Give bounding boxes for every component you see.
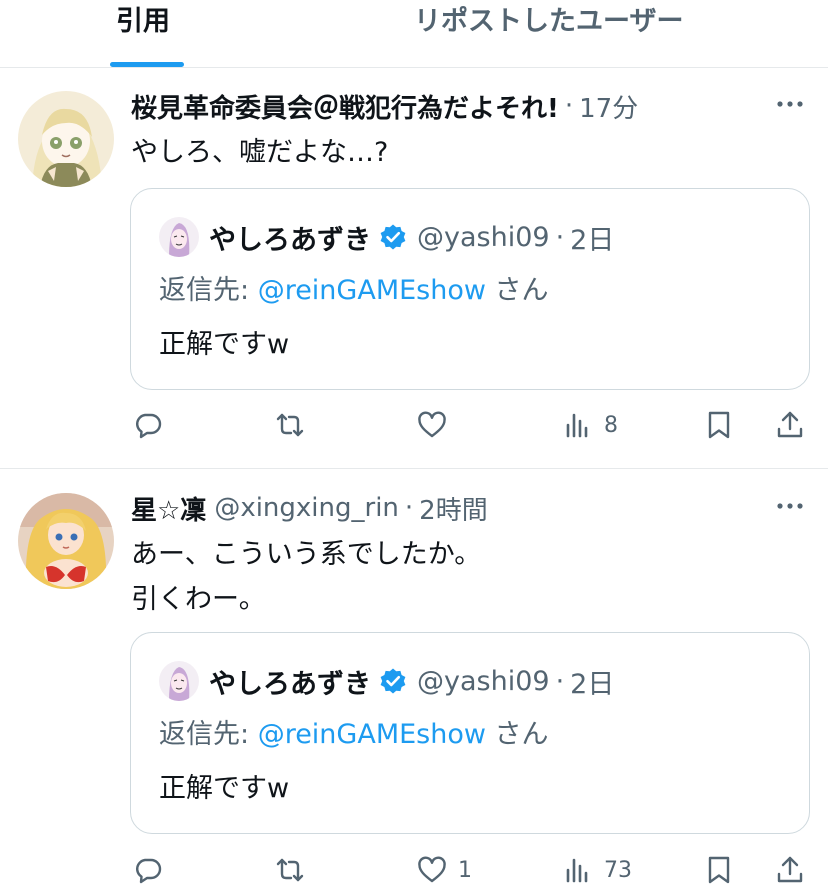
verified-badge-icon <box>380 668 406 694</box>
reply-suffix: さん <box>485 719 549 750</box>
tab-quotes[interactable]: 引用 <box>116 4 170 40</box>
like-count: 1 <box>458 857 472 883</box>
bookmark-icon <box>708 856 730 884</box>
more-options-icon[interactable] <box>774 94 806 114</box>
like-button[interactable] <box>416 403 458 447</box>
repost-button[interactable] <box>274 848 306 892</box>
share-icon <box>777 411 803 438</box>
quoted-header: やしろあずき @yashi09 · 2日 <box>209 659 614 703</box>
reply-icon <box>136 413 162 439</box>
reply-mention-link[interactable]: @reinGAMEshow <box>258 719 486 750</box>
quoted-header: やしろあずき @yashi09 · 2日 <box>209 215 614 259</box>
post-header: 星☆凜 @xingxing_rin · 2時間 <box>131 490 488 526</box>
reply-icon <box>136 858 162 884</box>
display-name[interactable]: 桜見革命委員会＠戦犯行為だよそれ! <box>131 88 559 125</box>
reply-context: 返信先: @reinGAMEshow さん <box>159 715 549 755</box>
separator-dot: · <box>404 493 414 523</box>
separator-dot: · <box>564 91 574 121</box>
heart-icon <box>418 856 446 883</box>
reply-prefix: 返信先: <box>159 719 258 750</box>
bookmark-icon <box>708 411 730 439</box>
share-button[interactable] <box>774 848 806 892</box>
quote-post[interactable]: 桜見革命委員会＠戦犯行為だよそれ! · 17分 やしろ、嘘だよな…? やしろあず… <box>0 68 828 469</box>
reply-mention-link[interactable]: @reinGAMEshow <box>258 275 486 306</box>
reply-prefix: 返信先: <box>159 275 258 306</box>
verified-badge-icon <box>380 224 406 250</box>
separator-dot: · <box>555 221 565 253</box>
view-count: 73 <box>604 857 632 883</box>
post-text-line: やしろ、嘘だよな…? <box>131 137 389 168</box>
views-chart-icon <box>566 413 588 438</box>
quoted-handle: @yashi09 <box>417 221 550 253</box>
quoted-timestamp: 2日 <box>570 224 615 256</box>
quoted-text: 正解ですw <box>159 329 290 360</box>
quoted-text: 正解ですw <box>159 773 290 804</box>
quote-post[interactable]: 星☆凜 @xingxing_rin · 2時間 あー、こういう系でしたか。 引く… <box>0 470 828 895</box>
reply-button[interactable] <box>132 403 164 447</box>
post-text: やしろ、嘘だよな…? <box>131 130 388 175</box>
handle[interactable]: @xingxing_rin <box>214 493 399 523</box>
bookmark-button[interactable] <box>703 403 735 447</box>
action-bar: 8 <box>0 403 828 447</box>
like-button[interactable]: 1 <box>416 848 472 892</box>
views-chart-icon <box>566 858 588 883</box>
post-header: 桜見革命委員会＠戦犯行為だよそれ! · 17分 <box>131 88 638 124</box>
repost-button[interactable] <box>274 403 306 447</box>
more-options-icon[interactable] <box>774 496 806 516</box>
quoted-post[interactable]: やしろあずき @yashi09 · 2日 返信先: @reinGAMEshow … <box>130 632 810 834</box>
heart-icon <box>418 411 446 438</box>
repost-icon <box>276 858 304 882</box>
repost-icon <box>276 413 304 437</box>
display-name[interactable]: 星☆凜 <box>131 490 206 527</box>
share-icon <box>777 856 803 883</box>
view-count: 8 <box>604 412 618 438</box>
quoted-avatar <box>159 661 199 701</box>
post-text: あー、こういう系でしたか。 引くわー。 <box>131 532 481 622</box>
quoted-display-name: やしろあずき <box>209 224 371 256</box>
post-text-line: あー、こういう系でしたか。 <box>131 539 482 570</box>
quoted-post[interactable]: やしろあずき @yashi09 · 2日 返信先: @reinGAMEshow … <box>130 188 810 390</box>
reply-button[interactable] <box>132 848 164 892</box>
timestamp[interactable]: 2時間 <box>419 490 488 527</box>
share-button[interactable] <box>774 403 806 447</box>
quoted-handle: @yashi09 <box>417 665 550 697</box>
timestamp[interactable]: 17分 <box>579 88 638 125</box>
bookmark-button[interactable] <box>703 848 735 892</box>
reply-suffix: さん <box>485 275 549 306</box>
tab-bar: 引用 リポストしたユーザー <box>0 0 828 68</box>
reply-context: 返信先: @reinGAMEshow さん <box>159 271 549 311</box>
views-button[interactable]: 8 <box>562 403 618 447</box>
avatar[interactable] <box>18 91 114 187</box>
post-text-line: 引くわー。 <box>131 584 266 615</box>
quoted-display-name: やしろあずき <box>209 668 371 700</box>
active-tab-indicator <box>110 62 184 67</box>
action-bar: 1 73 <box>0 848 828 892</box>
tab-reposts[interactable]: リポストしたユーザー <box>414 4 683 40</box>
quoted-timestamp: 2日 <box>570 668 615 700</box>
avatar[interactable] <box>18 493 114 589</box>
quoted-avatar <box>159 217 199 257</box>
views-button[interactable]: 73 <box>562 848 632 892</box>
separator-dot: · <box>555 665 565 697</box>
